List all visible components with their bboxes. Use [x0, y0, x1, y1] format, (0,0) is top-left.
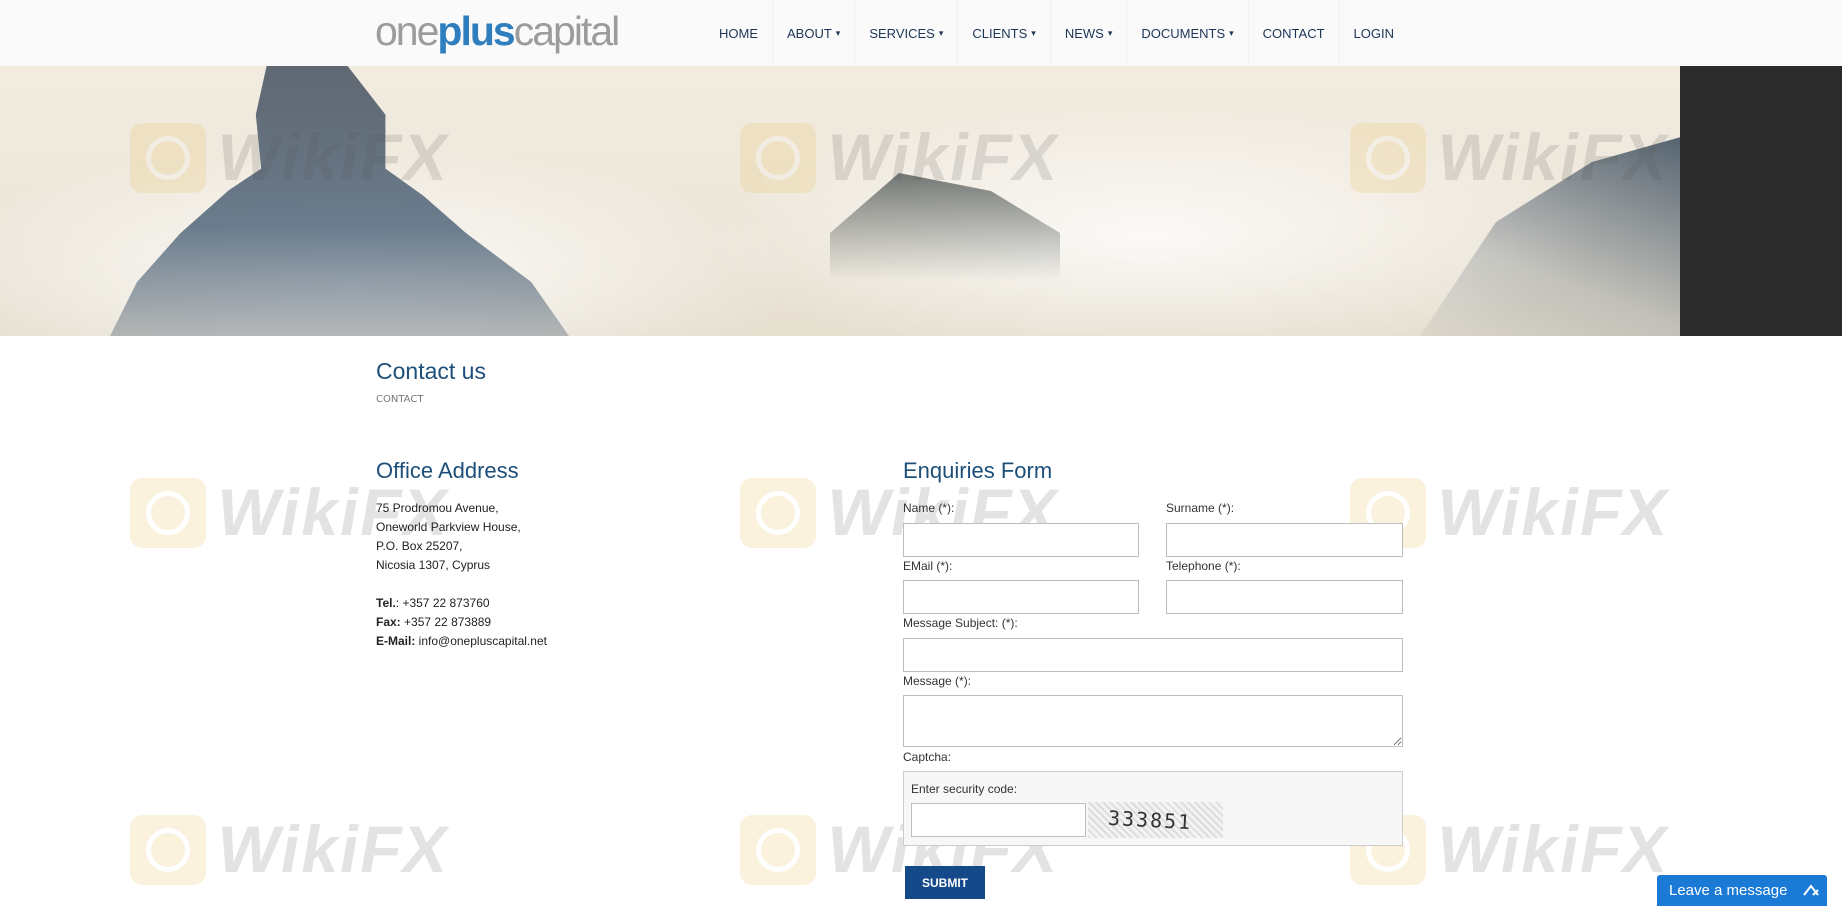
nav-services[interactable]: SERVICES ▾: [855, 0, 959, 66]
nav-home[interactable]: HOME: [705, 0, 773, 66]
caret-down-icon: ▾: [1229, 27, 1234, 38]
leave-message-label: Leave a message: [1669, 882, 1788, 899]
name-label: Name (*):: [903, 501, 955, 515]
watermark-text: WikiFX: [1431, 812, 1676, 886]
caret-down-icon: ▾: [835, 27, 841, 38]
logo-part-one: one: [375, 8, 439, 54]
tel-value: : +357 22 873760: [395, 596, 490, 610]
email-label: EMail (*):: [903, 559, 953, 573]
email-link[interactable]: info@onepluscapital.net: [415, 634, 547, 648]
chevron-up-icon[interactable]: [1803, 883, 1819, 897]
subject-field[interactable]: [903, 638, 1403, 672]
leave-message-widget[interactable]: Leave a message: [1657, 875, 1827, 906]
email-line: E-Mail: info@onepluscapital.net: [376, 632, 547, 651]
site-logo[interactable]: onepluscapital: [375, 8, 621, 54]
nav-login[interactable]: LOGIN: [1340, 0, 1408, 66]
logo-part-plus: plus: [437, 8, 515, 54]
caret-down-icon: ▾: [1031, 27, 1036, 38]
watermark: WikiFX: [130, 805, 470, 895]
nav-contact-label: CONTACT: [1262, 25, 1325, 41]
captcha-code: 333851: [1107, 805, 1193, 835]
nav-services-label: SERVICES: [869, 25, 935, 41]
nav-documents-label: DOCUMENTS: [1141, 25, 1226, 41]
nav-login-label: LOGIN: [1353, 25, 1394, 41]
nav-about[interactable]: ABOUT ▾: [773, 0, 856, 66]
tel-label: Tel.: [376, 596, 396, 610]
watermark-text: WikiFX: [1431, 475, 1676, 549]
site-header: onepluscapital HOME ABOUT ▾ SERVICES ▾ CLI…: [0, 0, 1842, 67]
nav-clients[interactable]: CLIENTS ▾: [958, 0, 1051, 66]
watermark-text: WikiFX: [211, 812, 456, 886]
nav-news-label: NEWS: [1064, 25, 1104, 41]
breadcrumb[interactable]: CONTACT: [376, 394, 423, 405]
hero-dark-panel: [1680, 66, 1842, 336]
surname-label: Surname (*):: [1166, 501, 1235, 515]
watermark-logo-icon: [740, 478, 816, 548]
nav-news[interactable]: NEWS ▾: [1051, 0, 1128, 66]
nav-home-label: HOME: [719, 25, 758, 41]
telephone-line: Tel.: +357 22 873760: [376, 594, 547, 613]
hero-banner: [0, 66, 1680, 336]
logo-part-capital: capital: [513, 8, 621, 54]
name-field[interactable]: [903, 523, 1139, 557]
telephone-label: Telephone (*):: [1166, 559, 1241, 573]
nav-documents[interactable]: DOCUMENTS ▾: [1127, 0, 1249, 66]
nav-clients-label: CLIENTS: [972, 25, 1028, 41]
submit-button[interactable]: SUBMIT: [905, 866, 985, 899]
watermark-logo-icon: [130, 478, 206, 548]
security-code-label: Enter security code:: [911, 782, 1018, 796]
telephone-field[interactable]: [1166, 580, 1403, 614]
email-label: E-Mail:: [376, 634, 416, 648]
address-line: 75 Prodromou Avenue,: [376, 501, 499, 515]
subject-label: Message Subject: (*):: [903, 616, 1018, 630]
message-textarea[interactable]: [903, 695, 1403, 747]
fax-line: Fax: +357 22 873889: [376, 613, 547, 632]
address-line: Nicosia 1307, Cyprus: [376, 558, 491, 572]
enquiries-form-heading: Enquiries Form: [903, 458, 1053, 483]
nav-contact[interactable]: CONTACT: [1249, 0, 1340, 66]
address-line: P.O. Box 25207,: [376, 539, 463, 553]
message-label: Message (*):: [903, 674, 972, 688]
fax-value: +357 22 873889: [400, 615, 492, 629]
caret-down-icon: ▾: [1107, 27, 1113, 38]
surname-field[interactable]: [1166, 523, 1403, 557]
watermark-logo-icon: [740, 815, 816, 885]
nav-about-label: ABOUT: [787, 25, 832, 41]
page-title: Contact us: [376, 358, 486, 384]
captcha-label: Captcha:: [903, 750, 952, 764]
office-address: 75 Prodromou Avenue, Oneworld Parkview H…: [376, 499, 547, 651]
security-code-field[interactable]: [911, 803, 1086, 837]
address-line: Oneworld Parkview House,: [376, 520, 521, 534]
main-nav: HOME ABOUT ▾ SERVICES ▾ CLIENTS ▾ NEWS ▾ DOC…: [705, 0, 1408, 66]
caret-down-icon: ▾: [938, 27, 944, 38]
watermark-logo-icon: [130, 815, 206, 885]
fax-label: Fax:: [376, 615, 401, 629]
office-address-heading: Office Address: [376, 458, 519, 483]
email-field[interactable]: [903, 580, 1139, 614]
